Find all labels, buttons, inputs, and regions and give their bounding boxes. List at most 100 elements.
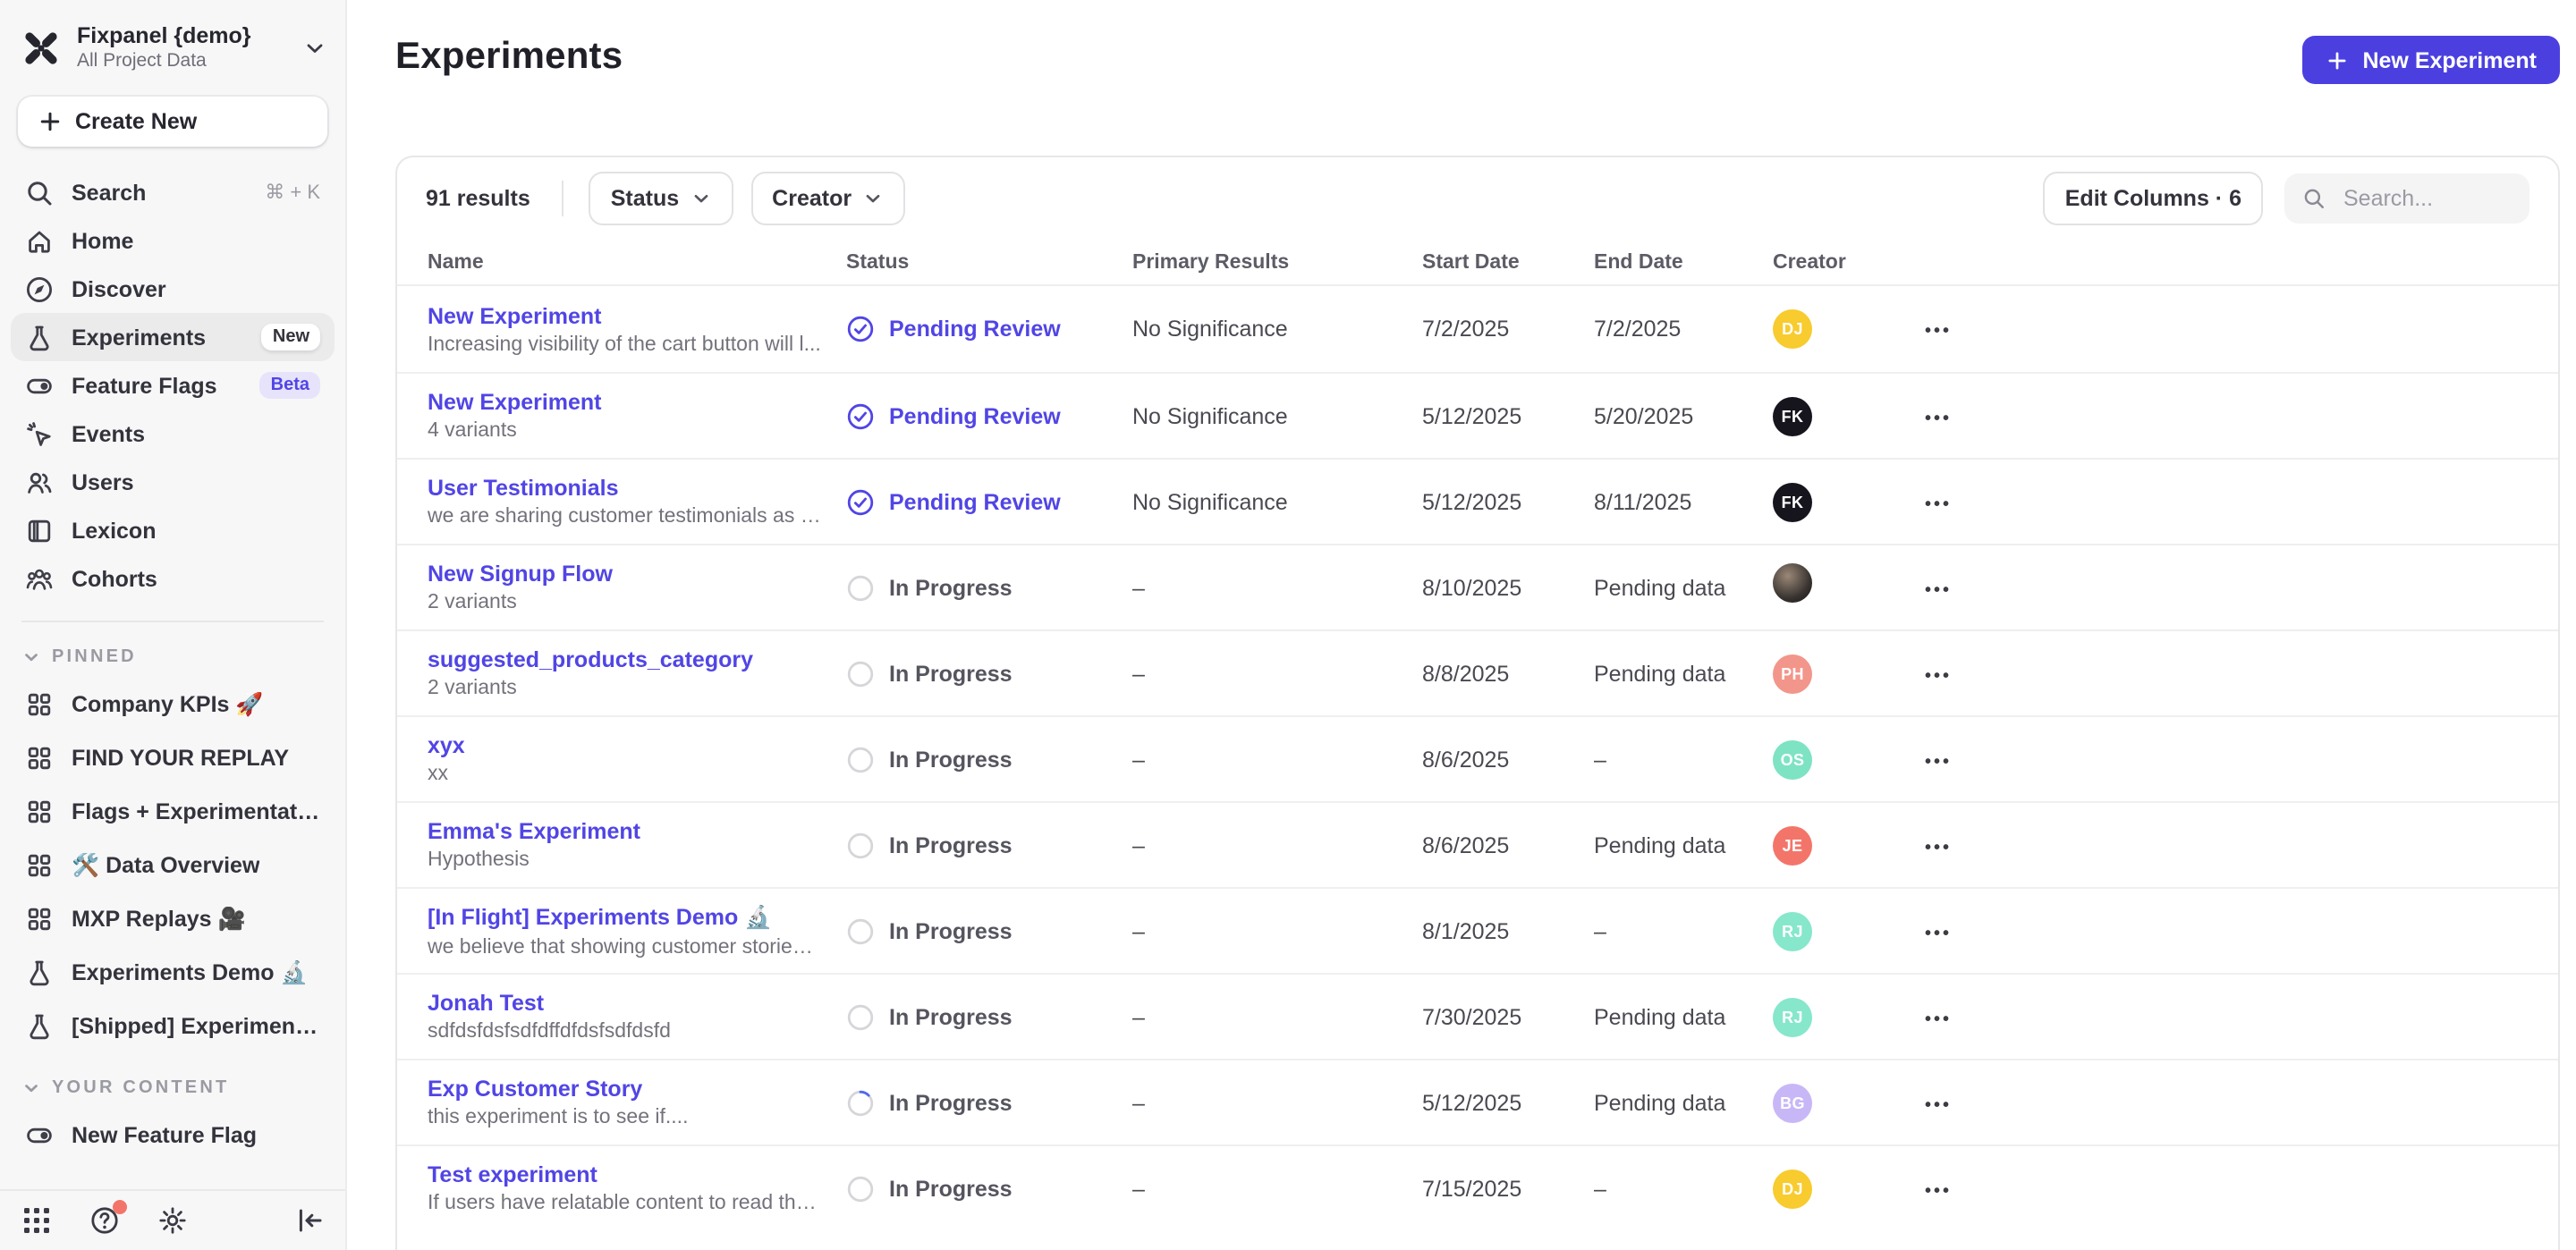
sidebar-nav-item[interactable]: Cohorts xyxy=(11,554,335,603)
filter-button[interactable]: Status xyxy=(589,172,733,225)
start-date: 7/30/2025 xyxy=(1422,1004,1594,1029)
column-header[interactable]: Status xyxy=(846,251,1132,273)
collapse-sidebar-icon[interactable] xyxy=(295,1205,326,1236)
sidebar-nav-item[interactable]: Experiments New xyxy=(11,313,335,361)
experiment-name-link[interactable]: New Experiment xyxy=(428,390,821,415)
row-actions-button[interactable]: ••• xyxy=(1921,916,1955,950)
table-row[interactable]: xyx xx In Progress – 8/6/2025 – OS xyxy=(397,715,2558,801)
experiment-name-link[interactable]: Test experiment xyxy=(428,1162,821,1187)
sidebar-nav-item[interactable]: Search ⌘ + K xyxy=(11,168,335,216)
create-new-button[interactable]: Create New xyxy=(18,97,327,147)
table-row[interactable]: Emma's Experiment Hypothesis In Progress… xyxy=(397,801,2558,887)
creator-avatar[interactable] xyxy=(1773,563,1812,603)
pinned-item-label: Flags + Experimentation Demo , xyxy=(72,799,320,824)
experiment-name-link[interactable]: [In Flight] Experiments Demo 🔬 xyxy=(428,904,821,931)
creator-avatar[interactable]: BG xyxy=(1773,1083,1812,1122)
experiment-subtitle: Increasing visibility of the cart button… xyxy=(428,334,821,355)
apps-grid-icon[interactable] xyxy=(21,1205,52,1236)
sidebar-nav-item[interactable]: Home xyxy=(11,216,335,265)
table-row[interactable]: New Experiment 4 variants Pending Review… xyxy=(397,372,2558,458)
experiment-name-link[interactable]: User Testimonials xyxy=(428,476,821,501)
gear-icon[interactable] xyxy=(157,1205,188,1236)
table-row[interactable]: New Signup Flow 2 variants In Progress –… xyxy=(397,544,2558,629)
chevron-down-icon xyxy=(21,1078,41,1098)
column-header[interactable]: End Date xyxy=(1594,251,1773,273)
pinned-item[interactable]: [Shipped] Experiments Demo 🖊️ xyxy=(11,1000,335,1053)
results-count: 91 results xyxy=(426,186,530,211)
table-row[interactable]: suggested_products_category 2 variants I… xyxy=(397,629,2558,715)
end-date: Pending data xyxy=(1594,661,1773,686)
help-icon[interactable] xyxy=(89,1205,120,1236)
experiment-name-link[interactable]: Jonah Test xyxy=(428,991,821,1016)
pinned-item[interactable]: Flags + Experimentation Demo , xyxy=(11,785,335,839)
creator-avatar[interactable]: FK xyxy=(1773,482,1812,521)
sidebar-divider xyxy=(21,621,324,622)
creator-avatar[interactable]: RJ xyxy=(1773,911,1812,950)
start-date: 7/15/2025 xyxy=(1422,1176,1594,1201)
project-switcher[interactable]: Fixpanel {demo} All Project Data xyxy=(0,0,345,89)
edit-columns-button[interactable]: Edit Columns · 6 xyxy=(2044,172,2263,225)
row-actions-button[interactable]: ••• xyxy=(1921,1174,1955,1208)
table-row[interactable]: New Experiment Increasing visibility of … xyxy=(397,286,2558,372)
row-actions-button[interactable]: ••• xyxy=(1921,401,1955,435)
status-progress-icon xyxy=(846,1174,875,1203)
end-date: 8/11/2025 xyxy=(1594,489,1773,514)
experiment-name-link[interactable]: suggested_products_category xyxy=(428,647,821,672)
pinned-item[interactable]: Experiments Demo 🔬 xyxy=(11,946,335,1000)
sidebar-nav-item[interactable]: Lexicon xyxy=(11,506,335,554)
pinned-list: Company KPIs 🚀 FIND YOUR REPLAY Flags + … xyxy=(0,674,345,1053)
page-title: Experiments xyxy=(395,36,623,79)
experiment-name-link[interactable]: Emma's Experiment xyxy=(428,819,821,844)
row-actions-button[interactable]: ••• xyxy=(1921,831,1955,865)
creator-avatar[interactable]: DJ xyxy=(1773,309,1812,349)
table-row[interactable]: Jonah Test sdfdsfdsfsdfdffdfdsfsdfdsfd I… xyxy=(397,973,2558,1059)
status-progress-icon xyxy=(846,831,875,859)
start-date: 8/1/2025 xyxy=(1422,918,1594,943)
search-input[interactable] xyxy=(2340,184,2512,213)
table-search[interactable] xyxy=(2284,173,2529,224)
row-actions-button[interactable]: ••• xyxy=(1921,573,1955,607)
chevron-down-icon xyxy=(690,188,711,209)
creator-avatar[interactable]: OS xyxy=(1773,739,1812,779)
creator-avatar[interactable]: FK xyxy=(1773,396,1812,435)
sidebar-nav-item[interactable]: Feature Flags Beta xyxy=(11,361,335,410)
your-content-section-header[interactable]: YOUR CONTENT xyxy=(0,1068,345,1105)
pinned-section-header[interactable]: PINNED xyxy=(0,637,345,674)
experiment-name-link[interactable]: xyx xyxy=(428,733,821,758)
sidebar-nav-item[interactable]: Users xyxy=(11,458,335,506)
table-row[interactable]: Test experiment If users have relatable … xyxy=(397,1144,2558,1230)
table-row[interactable]: Exp Customer Story this experiment is to… xyxy=(397,1059,2558,1144)
column-header[interactable]: Start Date xyxy=(1422,251,1594,273)
row-actions-button[interactable]: ••• xyxy=(1921,1088,1955,1122)
cohorts-icon xyxy=(25,564,54,593)
row-actions-button[interactable]: ••• xyxy=(1921,1002,1955,1036)
new-experiment-button[interactable]: New Experiment xyxy=(2301,36,2560,84)
row-actions-button[interactable]: ••• xyxy=(1921,487,1955,521)
column-header[interactable]: Name xyxy=(428,251,846,273)
filter-button[interactable]: Creator xyxy=(750,172,905,225)
table-row[interactable]: [In Flight] Experiments Demo 🔬 we believ… xyxy=(397,887,2558,973)
experiment-name-link[interactable]: Exp Customer Story xyxy=(428,1077,821,1102)
sidebar-nav-item[interactable]: Discover xyxy=(11,265,335,313)
table-row[interactable]: User Testimonials we are sharing custome… xyxy=(397,458,2558,544)
experiment-subtitle: we are sharing customer testimonials as … xyxy=(428,506,821,528)
row-actions-button[interactable]: ••• xyxy=(1921,315,1955,349)
creator-avatar[interactable]: PH xyxy=(1773,654,1812,693)
row-actions-button[interactable]: ••• xyxy=(1921,745,1955,779)
your-content-item[interactable]: New Feature Flag xyxy=(11,1109,335,1162)
experiment-name-link[interactable]: New Signup Flow xyxy=(428,562,821,587)
row-actions-button[interactable]: ••• xyxy=(1921,659,1955,693)
sidebar-nav-item[interactable]: Events xyxy=(11,410,335,458)
creator-avatar[interactable]: RJ xyxy=(1773,997,1812,1036)
status-label: In Progress xyxy=(889,832,1013,857)
pinned-item[interactable]: Company KPIs 🚀 xyxy=(11,678,335,731)
pinned-item[interactable]: 🛠️ Data Overview xyxy=(11,839,335,892)
experiment-name-link[interactable]: New Experiment xyxy=(428,303,821,328)
status-label: In Progress xyxy=(889,575,1013,600)
column-header[interactable]: Creator xyxy=(1773,251,1921,273)
pinned-item[interactable]: FIND YOUR REPLAY xyxy=(11,731,335,785)
column-header[interactable]: Primary Results xyxy=(1132,251,1422,273)
pinned-item[interactable]: MXP Replays 🎥 xyxy=(11,892,335,946)
creator-avatar[interactable]: DJ xyxy=(1773,1169,1812,1208)
creator-avatar[interactable]: JE xyxy=(1773,825,1812,865)
